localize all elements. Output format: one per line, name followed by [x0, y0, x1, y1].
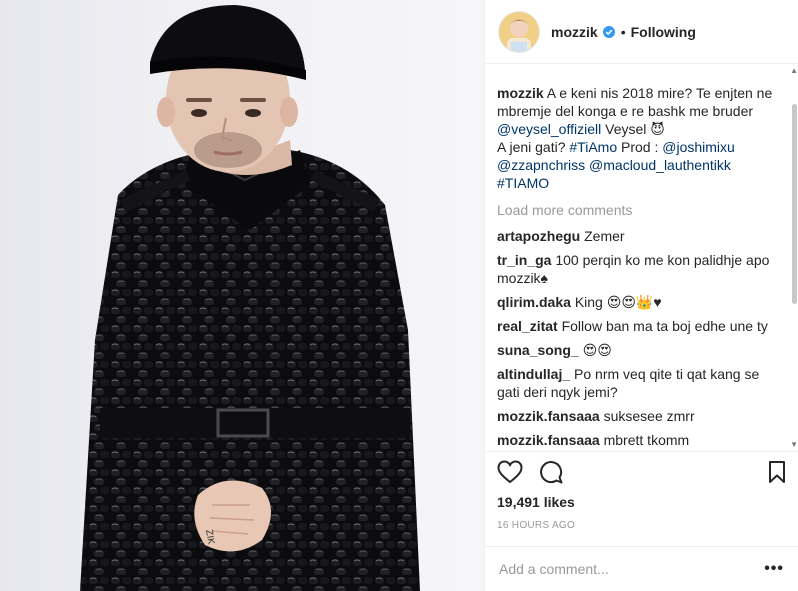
comment-username[interactable]: real_zitat	[497, 318, 558, 334]
more-options-icon[interactable]: •••	[764, 560, 784, 578]
add-comment-bar: •••	[485, 546, 798, 591]
comment-text: 😍😍	[582, 342, 612, 358]
comment-username[interactable]: suna_song_	[497, 342, 579, 358]
comment-bubble-icon[interactable]	[539, 460, 563, 484]
comment-item: mozzik.fansaaa mbrett tkomm	[497, 431, 784, 449]
mention-link[interactable]: @macloud_lauthentikk	[589, 157, 731, 173]
caption-username[interactable]: mozzik	[497, 85, 544, 101]
post-actions	[485, 451, 798, 491]
likes-count[interactable]: 19,491 likes	[497, 494, 575, 510]
scrollbar-thumb[interactable]	[792, 104, 797, 304]
avatar-image	[499, 11, 539, 52]
comments-list[interactable]: mozzik A e keni nis 2018 mire? Te enjten…	[485, 64, 798, 451]
comment-item: qlirim.daka King 😍😍👑♥	[497, 293, 784, 311]
comment-item: suna_song_ 😍😍	[497, 341, 784, 359]
comment-item: mozzik.fansaaa suksesee zmrr	[497, 407, 784, 425]
comment-item: real_zitat Follow ban ma ta boj edhe une…	[497, 317, 784, 335]
header-username[interactable]: mozzik	[551, 24, 598, 40]
caption-text: Veysel 😈	[601, 121, 665, 137]
add-comment-input[interactable]	[497, 560, 765, 578]
avatar[interactable]	[499, 11, 539, 52]
heart-icon[interactable]	[497, 459, 523, 484]
comment-username[interactable]: qlirim.daka	[497, 294, 571, 310]
comment-text: Zemer	[584, 228, 625, 244]
hashtag-link[interactable]: #TiAmo	[569, 139, 617, 155]
load-more-comments-button[interactable]: Load more comments	[497, 201, 784, 219]
scroll-down-arrow-icon[interactable]: ▼	[790, 440, 798, 449]
comment-username[interactable]: tr_in_ga	[497, 252, 551, 268]
post-photo[interactable]: ZIK	[0, 0, 484, 591]
comments-scrollbar[interactable]: ▲ ▼	[790, 64, 798, 451]
caption-text: A jeni gati?	[497, 139, 570, 155]
separator-dot: •	[620, 23, 626, 40]
comment-username[interactable]: mozzik.fansaaa	[497, 432, 600, 448]
comment-username[interactable]: altindullaj_	[497, 366, 570, 382]
post-caption: mozzik A e keni nis 2018 mire? Te enjten…	[497, 84, 784, 192]
mention-link[interactable]: @zzapnchriss	[497, 157, 585, 173]
comment-text: mbrett tkomm	[603, 432, 690, 448]
comment-item: artapozhegu Zemer	[497, 227, 784, 245]
mention-link[interactable]: @veysel_offiziell	[497, 121, 601, 137]
post-panel: mozzik • Following mozzik A e keni nis 2…	[484, 0, 798, 591]
comment-item: altindullaj_ Po nrm veq qite ti qat kang…	[497, 365, 784, 401]
post-header: mozzik • Following	[485, 0, 798, 64]
scroll-up-arrow-icon[interactable]: ▲	[790, 66, 798, 75]
following-button[interactable]: Following	[631, 24, 696, 40]
caption-text: Prod :	[617, 139, 663, 155]
comment-text: King 😍😍👑♥	[574, 294, 662, 310]
post-timestamp[interactable]: 16 HOURS AGO	[497, 520, 575, 531]
photo-illustration: ZIK	[80, 5, 420, 591]
comment-item: tr_in_ga 100 perqin ko me kon palidhje a…	[497, 251, 784, 287]
hashtag-link[interactable]: #TIAMO	[497, 175, 549, 191]
mention-link[interactable]: @joshimixu	[662, 139, 735, 155]
comment-text: Follow ban ma ta boj edhe une ty	[561, 318, 768, 334]
comment-username[interactable]: artapozhegu	[497, 228, 580, 244]
verified-badge-icon	[602, 25, 615, 38]
comment-username[interactable]: mozzik.fansaaa	[497, 408, 600, 424]
comment-text: suksesee zmrr	[603, 408, 695, 424]
bookmark-icon[interactable]	[768, 460, 786, 484]
